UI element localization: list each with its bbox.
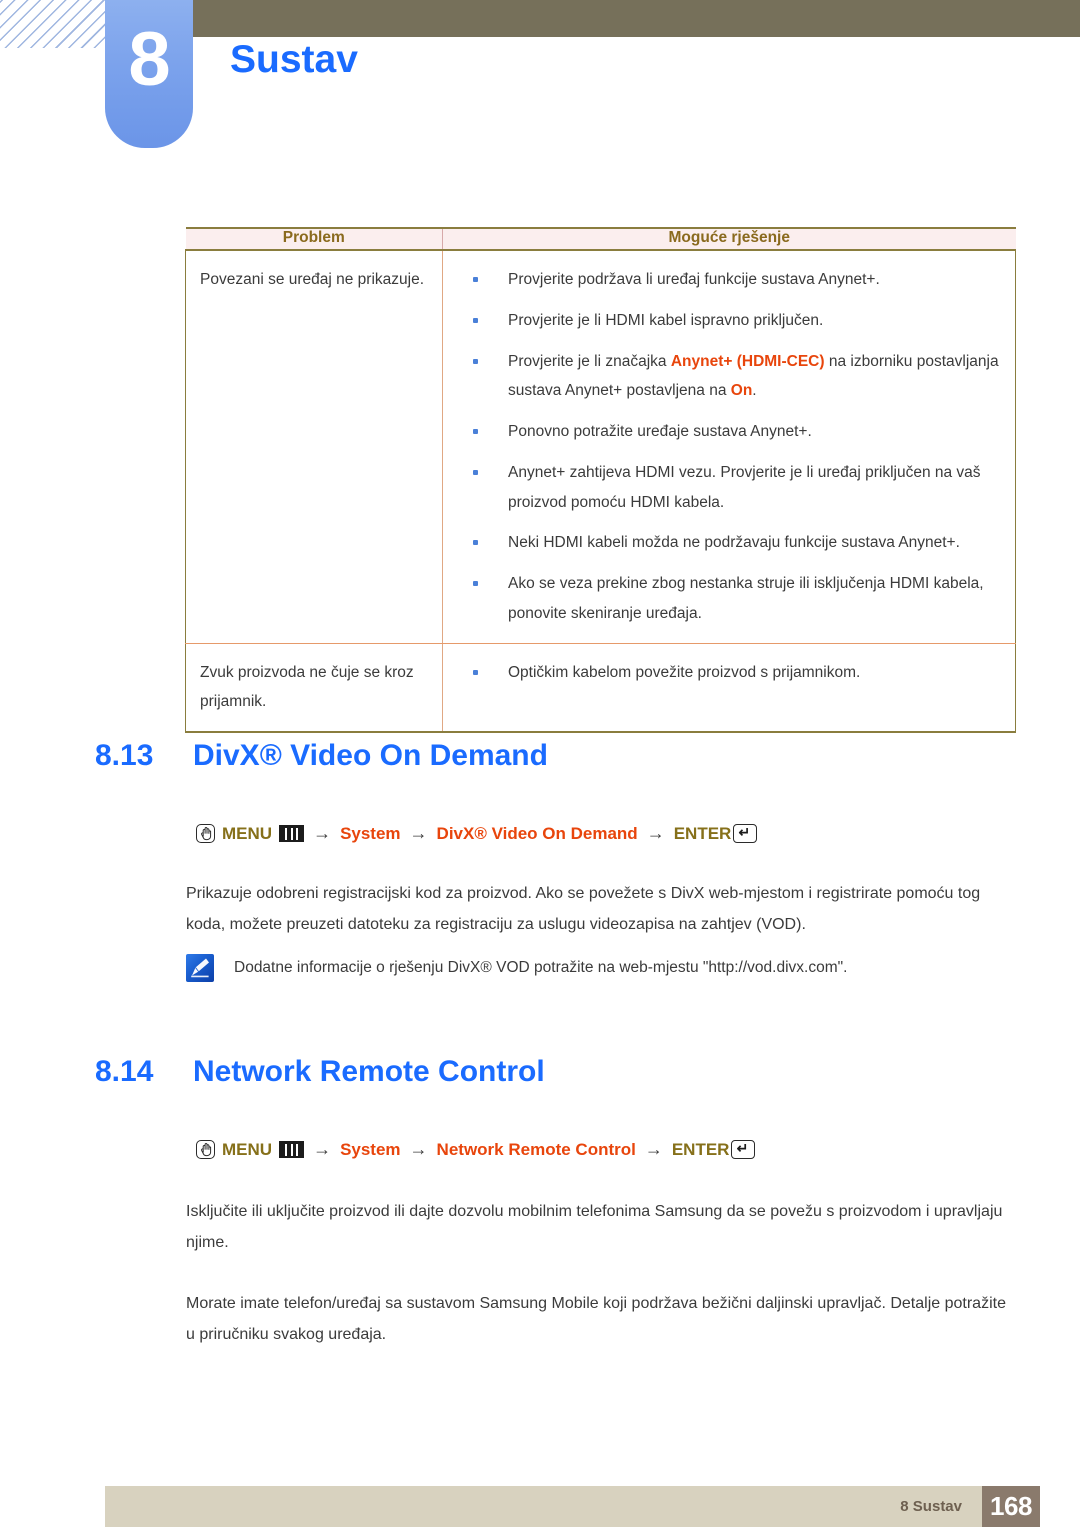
solution-item: Ponovno potražite uređaje sustava Anynet… [443,417,1005,447]
chapter-number-tab: 8 [105,0,193,148]
table-row: Zvuk proizvoda ne čuje se kroz prijamnik… [185,643,1016,733]
enter-label: ENTER [671,1139,730,1159]
menu-step-network-remote-control: Network Remote Control [436,1139,636,1159]
page-footer: 8 Sustav 168 [105,1486,1040,1527]
enter-glyph: ↵ [736,1140,749,1156]
solution-list: Optičkim kabelom povežite proizvod s pri… [443,658,1005,688]
section-title: Network Remote Control [193,1055,545,1088]
solution-item: Provjerite je li HDMI kabel ispravno pri… [443,306,1005,336]
menu-step-divx-vod: DivX® Video On Demand [436,823,638,843]
table-body: Povezani se uređaj ne prikazuje. Provjer… [185,250,1016,733]
cell-solution: Optičkim kabelom povežite proizvod s pri… [442,643,1016,733]
solution-text: Ako se veza prekine zbog nestanka struje… [508,575,984,622]
chapter-title: Sustav [230,38,358,81]
column-header-solution: Moguće rješenje [442,227,1016,251]
solution-text: Anynet+ zahtijeva HDMI vezu. Provjerite … [508,463,981,511]
menu-path-8-13: MENU → System → DivX® Video On Demand → … [196,823,758,844]
path-arrow: → [644,1139,663,1159]
section-heading-8-13: 8.13 DivX® Video On Demand [95,739,548,773]
table-row: Povezani se uređaj ne prikazuje. Provjer… [185,250,1016,644]
paragraph-8-14-1: Isključite ili uključite proizvod ili da… [186,1203,1003,1252]
path-arrow: → [313,1139,332,1159]
cell-problem: Zvuk proizvoda ne čuje se kroz prijamnik… [185,643,443,733]
solution-item: Ako se veza prekine zbog nestanka struje… [443,569,1005,629]
troubleshooting-table: Problem Moguće rješenje Povezani se uređ… [185,227,1016,733]
paragraph-8-13-1: Prikazuje odobreni registracijski kod za… [186,885,981,934]
menu-bars-icon [279,825,305,842]
menu-label: MENU [222,1139,273,1159]
solution-list: Provjerite podržava li uređaj funkcije s… [443,265,1005,629]
enter-label: ENTER [673,823,732,843]
section-heading-8-14: 8.14 Network Remote Control [95,1055,545,1089]
solution-text: Ponovno potražite uređaje sustava Anynet… [508,423,812,440]
solution-item: Anynet+ zahtijeva HDMI vezu. Provjerite … [443,458,1005,518]
menu-bars-icon [279,1141,305,1158]
cell-problem: Povezani se uređaj ne prikazuje. [185,250,443,644]
section-number: 8.13 [95,739,154,772]
menu-path-8-14: MENU → System → Network Remote Control →… [196,1139,756,1160]
menu-step-system: System [340,1139,401,1159]
path-arrow: → [313,823,332,843]
hatch-decoration [0,0,108,48]
note-pen-icon [186,954,214,982]
path-arrow: → [409,1139,428,1159]
solution-item: Optičkim kabelom povežite proizvod s pri… [443,658,1005,688]
cell-solution: Provjerite podržava li uređaj funkcije s… [442,250,1016,644]
solution-text: Neki HDMI kabeli možda ne podržavaju fun… [508,534,960,552]
note-8-13: Dodatne informacije o rješenju DivX® VOD… [186,952,1016,982]
solution-text: Provjerite je li HDMI kabel ispravno pri… [508,311,824,329]
path-arrow: → [646,823,665,843]
hand-pointer-icon [196,824,215,843]
chapter-header: 8 Sustav [0,0,1080,160]
chapter-number: 8 [128,17,170,102]
section-number: 8.14 [95,1055,154,1088]
highlighted-term: On [730,382,753,400]
footer-chapter-label: 8 Sustav [900,1498,962,1515]
enter-key-icon: ↵ [733,824,758,843]
hand-pointer-icon [196,1140,215,1159]
solution-item: Provjerite je li značajka Anynet+ (HDMI-… [443,347,1005,407]
paragraph-8-14-2: Morate imate telefon/uređaj sa sustavom … [186,1295,1006,1344]
enter-key-icon: ↵ [731,1140,756,1159]
path-arrow: → [409,823,428,843]
highlighted-term: Anynet+ (HDMI-CEC) [670,352,825,370]
solution-text: Optičkim kabelom povežite proizvod s pri… [508,663,861,681]
footer-page-number: 168 [982,1486,1040,1527]
note-text: Dodatne informacije o rješenju DivX® VOD… [234,959,848,976]
solution-text: Provjerite je li značajka [508,352,671,370]
table-header-row: Problem Moguće rješenje [185,227,1016,251]
solution-text: Provjerite podržava li uređaj funkcije s… [508,271,880,288]
header-olive-bar [193,0,1080,37]
solution-text: . [752,382,757,400]
enter-glyph: ↵ [738,824,751,840]
section-title: DivX® Video On Demand [193,739,548,772]
menu-step-system: System [340,823,401,843]
solution-item: Neki HDMI kabeli možda ne podržavaju fun… [443,528,1005,558]
column-header-problem: Problem [185,227,443,251]
solution-item: Provjerite podržava li uređaj funkcije s… [443,265,1005,295]
menu-label: MENU [222,823,273,843]
